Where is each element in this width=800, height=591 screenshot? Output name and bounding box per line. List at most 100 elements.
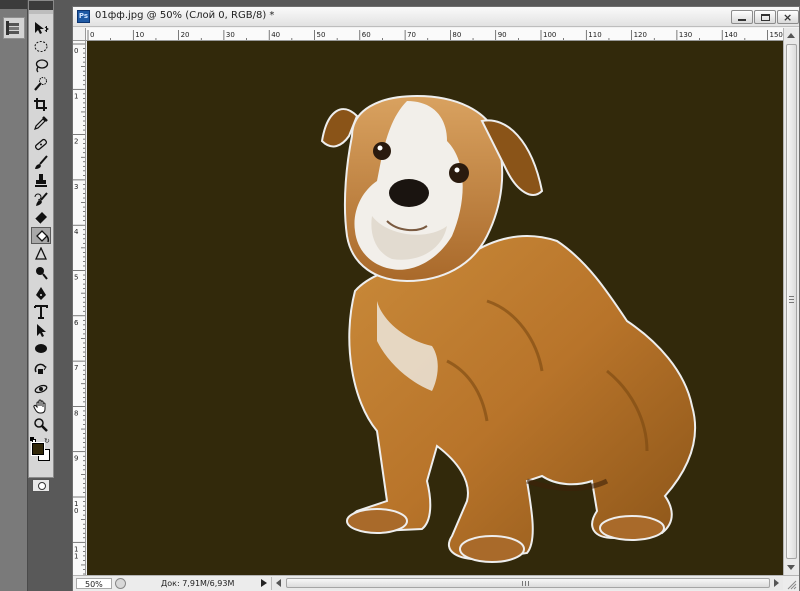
resize-grip-icon[interactable] [785,578,797,590]
tools-panel-header[interactable] [29,1,53,10]
document-title: 01фф.jpg @ 50% (Слой 0, RGB/8) * [95,10,275,21]
ruler-label: 2 [74,138,78,146]
ruler-label: 150 [770,31,783,39]
move-tool[interactable] [31,20,51,37]
horizontal-ruler[interactable]: 0 10 20 30 40 50 60 70 80 90 100 110 120 130 140 150 [86,28,783,41]
hand-tool-icon [33,399,46,414]
vertical-ruler[interactable]: 0123456789101112 [73,41,86,575]
clone-stamp-tool[interactable] [31,172,51,189]
tools-panel: ↻ [28,0,54,493]
ruler-label: 30 [226,31,235,39]
ruler-label: 7 [74,364,78,372]
3d-orbit-tool-icon [34,384,48,393]
pen-tool-icon [36,287,46,301]
ruler-label: 130 [679,31,692,39]
scroll-left-arrow-icon[interactable] [276,579,281,587]
ruler-label: 50 [317,31,326,39]
history-brush-tool[interactable] [31,191,51,208]
crop-tool[interactable] [31,96,51,113]
scroll-right-arrow-icon[interactable] [774,579,779,587]
swap-colors-icon[interactable]: ↻ [44,437,52,445]
scroll-up-arrow-icon[interactable] [787,33,795,38]
lasso-tool-icon [35,58,49,73]
ruler-label: 6 [74,319,79,327]
horizontal-scroll-thumb[interactable] [286,578,770,588]
blur-tool-icon [34,246,48,260]
eyedropper-tool-icon [34,116,48,131]
minimize-icon [738,19,746,21]
ruler-label: 4 [74,228,79,236]
vertical-ruler-ticks: 0123456789101112 [73,43,85,575]
foreground-color-swatch[interactable] [31,442,45,457]
zoom-tool[interactable] [31,416,51,433]
lasso-tool[interactable] [31,57,51,74]
ruler-label: 140 [724,31,737,39]
layers-panel-icon [6,21,19,35]
marquee-tool[interactable] [31,38,51,55]
ruler-label: 120 [634,31,647,39]
ruler-label: 10 [135,31,144,39]
spot-healing-tool[interactable] [31,136,51,153]
ruler-label: 3 [74,183,78,191]
panel-strip-header[interactable] [0,0,27,9]
3d-rotate-tool-icon [34,363,47,375]
quick-selection-tool-icon [34,76,47,91]
maximize-icon [761,14,770,21]
eraser-tool-icon [34,211,47,225]
color-swatches: ↻ [30,437,52,473]
ruler-label: 9 [74,455,78,463]
bulldog-puppy-image [320,94,697,563]
status-info-icon[interactable] [115,578,126,589]
maximize-button[interactable] [754,10,776,24]
move-tool-icon [35,22,49,34]
status-menu-arrow-icon[interactable] [261,579,267,587]
3d-rotate-tool[interactable] [31,361,51,378]
zoom-tool-icon [34,418,48,433]
ruler-label: 0 [90,31,94,39]
eyedropper-tool[interactable] [31,114,51,131]
clone-stamp-tool-icon [35,174,47,188]
type-tool[interactable] [31,303,51,320]
minimize-button[interactable] [731,10,753,24]
document-size-info: Док: 7,91M/6,93M [161,579,235,588]
ruler-label: 8 [74,409,78,417]
crop-tool-icon [34,98,47,112]
photoshop-app-icon: Ps [77,10,90,23]
quick-selection-tool[interactable] [31,75,51,92]
close-button[interactable]: × [777,10,799,24]
ruler-label: 1 [74,552,78,560]
document-titlebar[interactable]: Ps 01фф.jpg @ 50% (Слой 0, RGB/8) * × [73,7,799,27]
ellipse-tool[interactable] [31,340,51,357]
vertical-scrollbar[interactable] [783,28,799,575]
collapsed-panel-strip [0,0,28,591]
blur-tool[interactable] [31,246,51,263]
ellipse-tool-icon [35,344,47,354]
3d-orbit-tool[interactable] [31,380,51,397]
ruler-label: 90 [498,31,507,39]
ruler-label: 100 [543,31,556,39]
ruler-label: 1 [74,92,78,100]
spot-healing-tool-icon [34,138,48,150]
ruler-label: 5 [74,274,78,282]
horizontal-scrollbar[interactable] [271,577,783,590]
brush-tool[interactable] [31,154,51,171]
path-selection-tool[interactable] [31,322,51,339]
canvas[interactable] [87,41,783,575]
vertical-scroll-thumb[interactable] [786,44,797,559]
pen-tool[interactable] [31,285,51,302]
eraser-tool[interactable] [31,209,51,226]
tools-panel-grip[interactable] [29,10,53,14]
dodge-tool[interactable] [31,264,51,281]
ruler-label: 60 [362,31,371,39]
marquee-tool-icon [34,41,48,53]
paint-bucket-tool[interactable] [31,227,51,245]
hand-tool[interactable] [31,398,51,415]
ruler-origin[interactable] [73,28,86,41]
scroll-down-arrow-icon[interactable] [787,565,795,570]
zoom-level-field[interactable]: 50% [76,578,112,589]
history-brush-tool-icon [34,192,48,206]
panel-toggle-button[interactable] [3,17,25,39]
quick-mask-icon[interactable] [32,479,50,493]
ruler-label: 20 [181,31,190,39]
horizontal-ruler-ticks: 0 10 20 30 40 50 60 70 80 90 100 110 120 130 140 150 [87,30,783,40]
